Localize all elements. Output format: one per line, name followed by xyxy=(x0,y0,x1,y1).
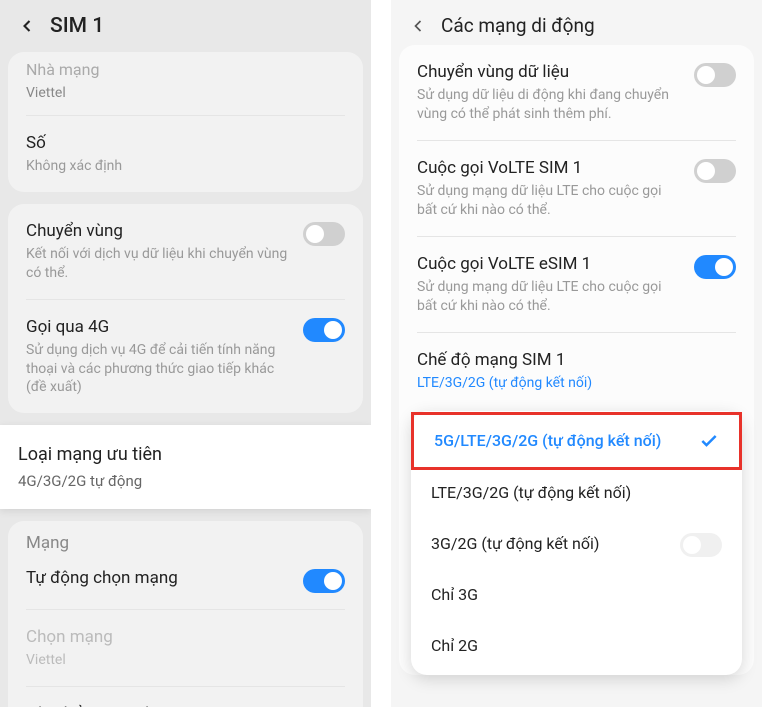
data-roaming-row[interactable]: Chuyển vùng dữ liệu Sử dụng dữ liệu di đ… xyxy=(399,45,754,140)
select-network-value: Viettel xyxy=(26,651,333,670)
call4g-row[interactable]: Gọi qua 4G Sử dụng dịch vụ 4G để cải tiế… xyxy=(8,300,363,414)
preferred-title: Loại mạng ưu tiên xyxy=(18,443,353,466)
call4g-subtitle: Sử dụng dịch vụ 4G để cải tiến tính năng… xyxy=(26,341,291,398)
carrier-row[interactable]: Nhà mạng Viettel xyxy=(8,54,363,115)
chevron-left-icon xyxy=(17,16,37,36)
dropdown-option-3g2g[interactable]: 3G/2G (tự động kết nối) xyxy=(411,518,742,569)
select-network-title: Chọn mạng xyxy=(26,626,333,648)
preferred-subtitle: 4G/3G/2G tự động xyxy=(18,471,353,491)
auto-select-title: Tự động chọn mạng xyxy=(26,567,291,589)
volte-esim1-row[interactable]: Cuộc gọi VoLTE eSIM 1 Sử dụng mạng dữ li… xyxy=(399,237,754,332)
network-mode-title: Chế độ mạng SIM 1 xyxy=(417,349,724,371)
volte-esim1-subtitle: Sử dụng mạng dữ liệu LTE cho cuộc gọi bấ… xyxy=(417,278,682,316)
header-title: Các mạng di động xyxy=(441,14,595,37)
apn-title: Tên điểm truy cập xyxy=(26,703,333,707)
chevron-left-icon xyxy=(408,16,428,36)
preferred-network-row[interactable]: Loại mạng ưu tiên 4G/3G/2G tự động xyxy=(0,425,371,509)
carrier-label: Nhà mạng xyxy=(26,60,345,81)
volte-sim1-row[interactable]: Cuộc gọi VoLTE SIM 1 Sử dụng mạng dữ liệ… xyxy=(399,141,754,236)
auto-select-row[interactable]: Tự động chọn mạng xyxy=(8,557,363,609)
faded-toggle-behind xyxy=(680,533,722,557)
section-connectivity: Chuyển vùng Kết nối với dịch vụ dữ liệu … xyxy=(8,204,363,414)
dropdown-option-3g[interactable]: Chỉ 3G xyxy=(411,569,742,620)
number-value: Không xác định xyxy=(26,157,333,176)
volte-sim1-subtitle: Sử dụng mạng dữ liệu LTE cho cuộc gọi bấ… xyxy=(417,182,682,220)
roaming-row[interactable]: Chuyển vùng Kết nối với dịch vụ dữ liệu … xyxy=(8,204,363,299)
apn-row[interactable]: Tên điểm truy cập xyxy=(8,687,363,707)
section-carrier-info: Nhà mạng Viettel Số Không xác định xyxy=(8,52,363,192)
dropdown-option-5g[interactable]: 5G/LTE/3G/2G (tự động kết nối) xyxy=(411,412,742,470)
phone-right-screen: Các mạng di động Chuyển vùng dữ liệu Sử … xyxy=(391,0,762,707)
network-mode-row[interactable]: Chế độ mạng SIM 1 LTE/3G/2G (tự động kết… xyxy=(399,333,754,409)
header-left: SIM 1 xyxy=(0,0,371,52)
network-mode-dropdown: 5G/LTE/3G/2G (tự động kết nối) LTE/3G/2G… xyxy=(411,411,742,675)
header-title: SIM 1 xyxy=(50,14,104,38)
select-network-row[interactable]: Chọn mạng Viettel xyxy=(8,610,363,686)
data-roaming-toggle[interactable] xyxy=(694,63,736,87)
dropdown-option-2g[interactable]: Chỉ 2G xyxy=(411,620,742,671)
dropdown-option-lte[interactable]: LTE/3G/2G (tự động kết nối) xyxy=(411,467,742,518)
auto-select-toggle[interactable] xyxy=(303,569,345,593)
phone-left-screen: SIM 1 Nhà mạng Viettel Số Không xác định… xyxy=(0,0,371,707)
section-mobile-network: Chuyển vùng dữ liệu Sử dụng dữ liệu di đ… xyxy=(399,45,754,675)
back-button[interactable] xyxy=(407,15,429,37)
back-button[interactable] xyxy=(16,15,38,37)
data-roaming-subtitle: Sử dụng dữ liệu di động khi đang chuyển … xyxy=(417,86,682,124)
call4g-title: Gọi qua 4G xyxy=(26,316,291,338)
data-roaming-title: Chuyển vùng dữ liệu xyxy=(417,61,682,83)
volte-esim1-title: Cuộc gọi VoLTE eSIM 1 xyxy=(417,253,682,275)
call4g-toggle[interactable] xyxy=(303,318,345,342)
number-label: Số xyxy=(26,132,333,154)
header-right: Các mạng di động xyxy=(391,0,762,45)
volte-esim1-toggle[interactable] xyxy=(694,255,736,279)
volte-sim1-toggle[interactable] xyxy=(694,159,736,183)
carrier-value: Viettel xyxy=(26,84,345,103)
roaming-title: Chuyển vùng xyxy=(26,220,291,242)
roaming-toggle[interactable] xyxy=(303,222,345,246)
roaming-subtitle: Kết nối với dịch vụ dữ liệu khi chuyển v… xyxy=(26,245,291,283)
network-section-label: Mạng xyxy=(8,521,363,557)
volte-sim1-title: Cuộc gọi VoLTE SIM 1 xyxy=(417,157,682,179)
number-row[interactable]: Số Không xác định xyxy=(8,116,363,192)
section-network: Mạng Tự động chọn mạng Chọn mạng Viettel… xyxy=(8,521,363,707)
network-mode-subtitle: LTE/3G/2G (tự động kết nối) xyxy=(417,374,724,393)
check-icon xyxy=(699,431,719,451)
